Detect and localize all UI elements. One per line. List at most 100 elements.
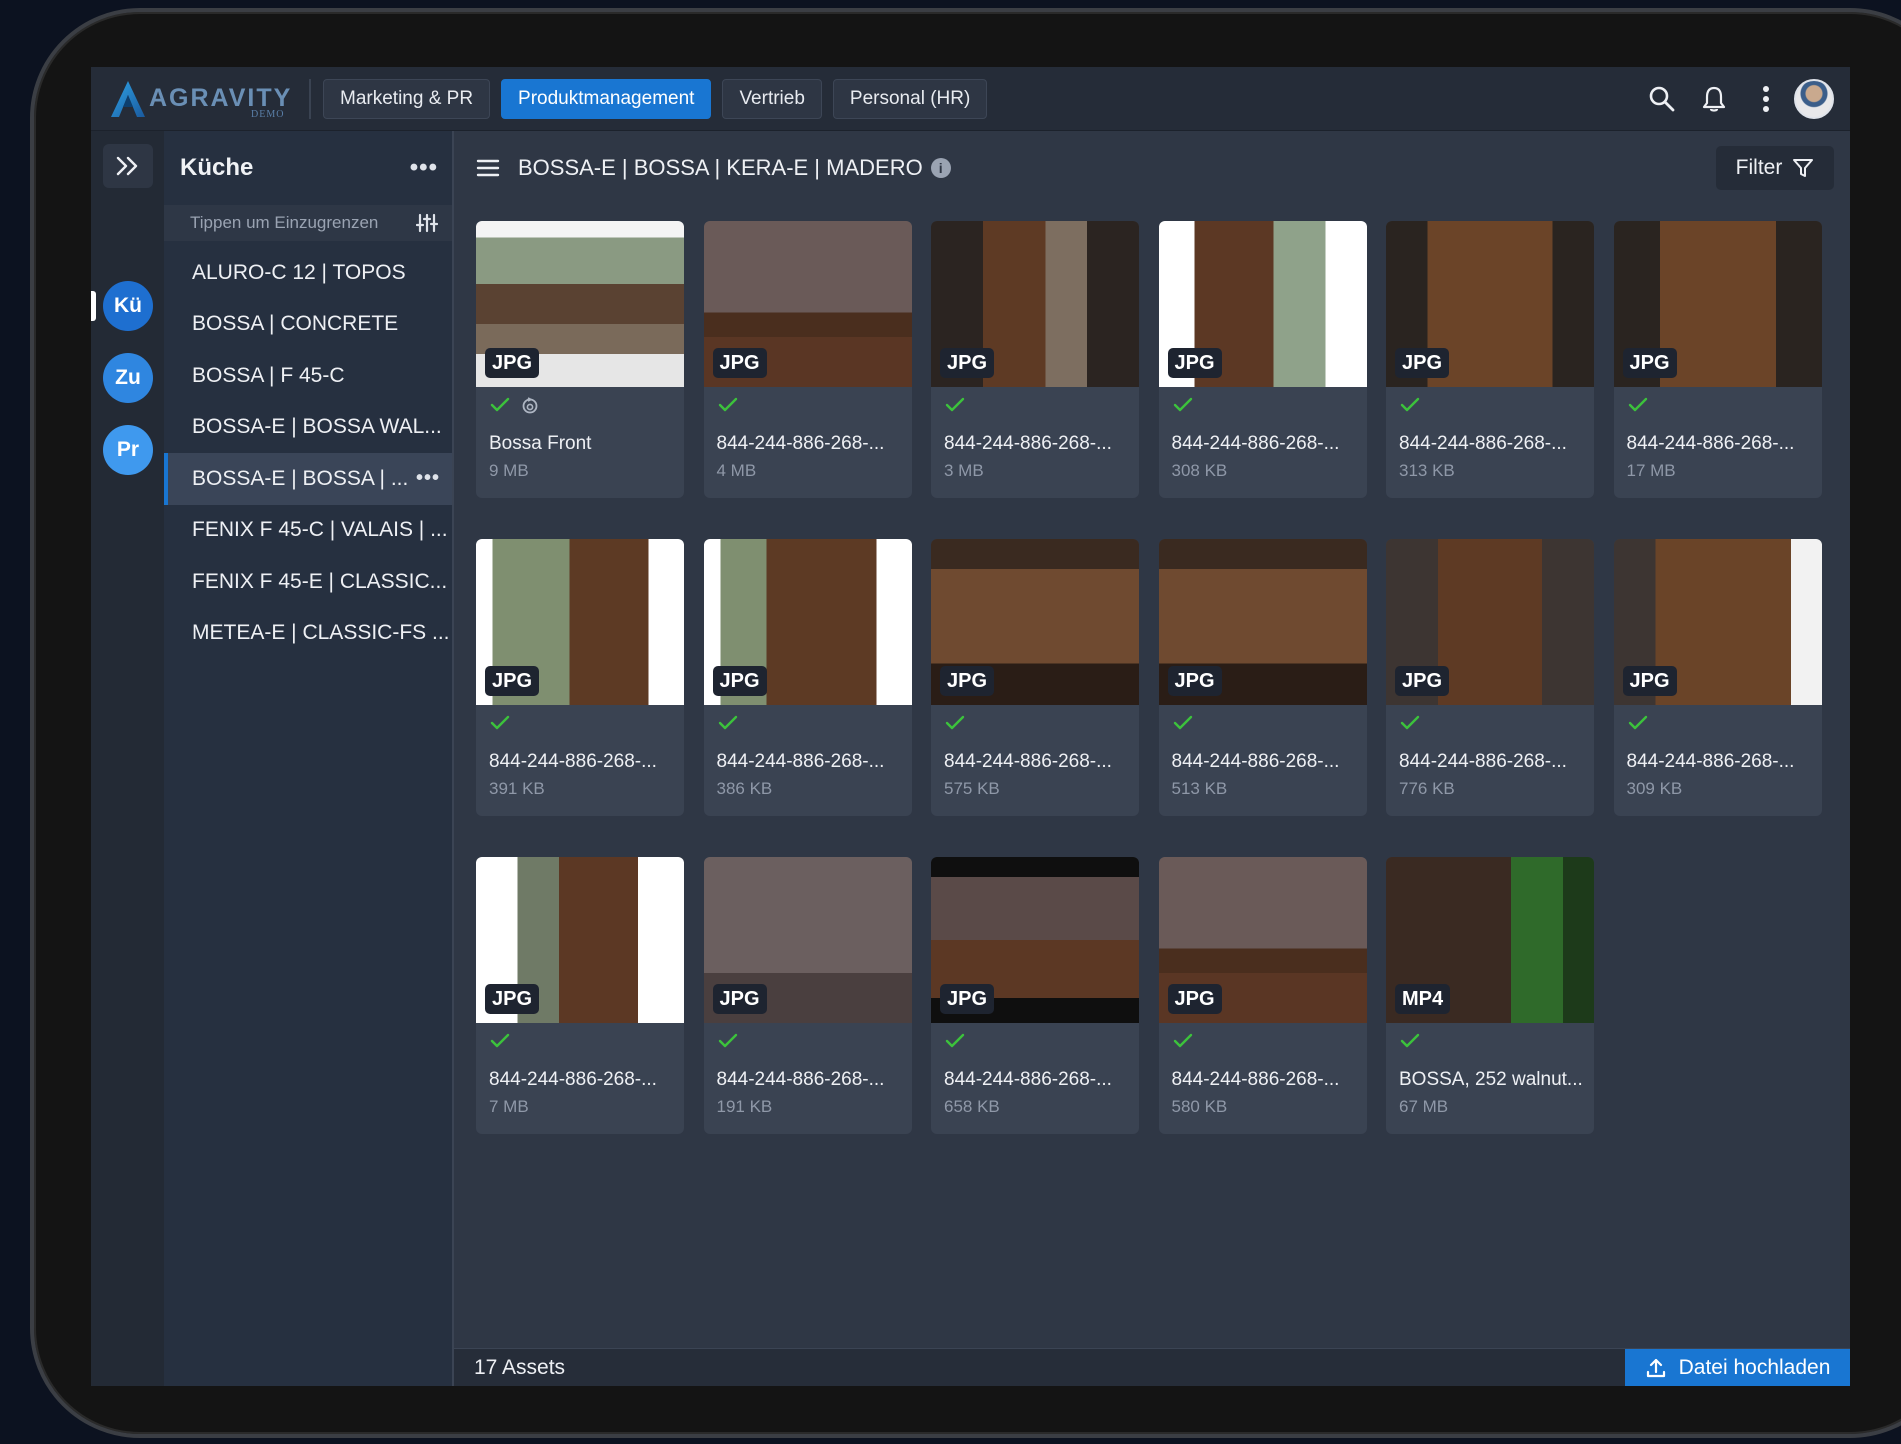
asset-name: 844-244-886-268-... xyxy=(1626,433,1795,454)
folder-item-label: METEA-E | CLASSIC-FS ... xyxy=(192,621,450,645)
asset-name: 844-244-886-268-... xyxy=(489,751,657,772)
sliders-icon[interactable] xyxy=(416,213,438,233)
check-icon xyxy=(945,397,965,412)
asset-card[interactable]: JPG 844-244-886-268-... 309 KB xyxy=(1613,539,1822,816)
asset-card[interactable]: JPG 844-244-886-268-... 191 KB xyxy=(703,857,912,1134)
asset-card[interactable]: JPG 844-244-886-268-... 513 KB xyxy=(1158,539,1367,816)
asset-name: 844-244-886-268-... xyxy=(944,1069,1112,1090)
workspace-avatar-pr[interactable]: Pr xyxy=(103,425,153,475)
tab-personal[interactable]: Personal (HR) xyxy=(832,78,988,119)
upload-button[interactable]: Datei hochladen xyxy=(1625,1349,1850,1386)
folder-item-label: BOSSA | F 45-C xyxy=(192,363,345,387)
asset-size: 3 MB xyxy=(944,461,984,480)
asset-card[interactable]: JPG 844-244-886-268-... 313 KB xyxy=(1386,221,1594,498)
asset-size: 17 MB xyxy=(1626,461,1676,480)
file-type-badge: MP4 xyxy=(1395,984,1451,1014)
asset-name: 844-244-886-268-... xyxy=(1626,751,1795,772)
folder-filter-input[interactable]: Tippen um Einzugrenzen xyxy=(164,205,452,241)
asset-size: 308 KB xyxy=(1171,461,1228,480)
asset-card[interactable]: JPG 844-244-886-268-... 658 KB xyxy=(931,857,1139,1134)
asset-name: BOSSA, 252 walnut... xyxy=(1399,1069,1583,1090)
user-avatar[interactable] xyxy=(1794,79,1834,119)
folder-item[interactable]: BOSSA | F 45-C xyxy=(164,350,452,402)
asset-size: 67 MB xyxy=(1399,1097,1449,1116)
folder-item-label: BOSSA | CONCRETE xyxy=(192,312,399,336)
logo-subtitle: DEMO xyxy=(251,108,285,120)
asset-card[interactable]: JPG 844-244-886-268-... 575 KB xyxy=(931,539,1139,816)
folder-item[interactable]: METEA-E | CLASSIC-FS ... xyxy=(164,608,452,660)
asset-card[interactable]: JPG 844-244-886-268-... 17 MB xyxy=(1613,221,1822,498)
more-horizontal-icon[interactable]: ••• xyxy=(416,467,440,490)
folder-item[interactable]: FENIX F 45-C | VALAIS | ... xyxy=(164,505,452,557)
folder-filter-placeholder: Tippen um Einzugrenzen xyxy=(190,213,379,232)
folder-panel: Küche ••• Tippen um Einzugrenzen ALURO-C… xyxy=(164,131,454,1386)
search-icon[interactable] xyxy=(1636,67,1688,131)
check-icon xyxy=(490,1033,510,1048)
asset-size: 580 KB xyxy=(1171,1097,1228,1116)
file-type-badge: JPG xyxy=(712,666,767,696)
workspace-avatar-kueche[interactable]: Kü xyxy=(103,281,153,331)
asset-size: 391 KB xyxy=(489,779,545,798)
check-icon xyxy=(1400,397,1420,412)
folder-item-label: BOSSA-E | BOSSA WAL... xyxy=(192,415,442,439)
check-icon xyxy=(1173,715,1192,730)
check-icon xyxy=(1400,1033,1420,1048)
asset-card[interactable]: JPG Bossa Front 9 MB xyxy=(476,221,684,498)
filter-icon xyxy=(1793,159,1814,177)
asset-size: 4 MB xyxy=(716,461,757,480)
breadcrumb: BOSSA-E | BOSSA | KERA-E | MADERO i xyxy=(518,155,951,181)
check-icon xyxy=(718,397,737,412)
folder-item[interactable]: ALURO-C 12 | TOPOS xyxy=(164,247,452,299)
menu-icon[interactable] xyxy=(476,158,500,178)
file-type-badge: JPG xyxy=(1167,348,1222,378)
check-icon xyxy=(945,1033,965,1048)
file-type-badge: JPG xyxy=(1167,984,1222,1014)
asset-card[interactable]: JPG 844-244-886-268-... 391 KB xyxy=(476,539,684,816)
more-vertical-icon[interactable] xyxy=(1740,67,1792,131)
folder-item[interactable]: BOSSA | CONCRETE xyxy=(164,299,452,351)
check-icon xyxy=(1628,715,1647,730)
asset-card[interactable]: JPG 844-244-886-268-... 7 MB xyxy=(476,857,684,1134)
asset-name: 844-244-886-268-... xyxy=(716,1069,885,1090)
folder-item[interactable]: FENIX F 45-E | CLASSIC... xyxy=(164,556,452,608)
file-type-badge: JPG xyxy=(485,666,540,696)
app-screen: AGRAVITY DEMO Marketing & PR Produktmana… xyxy=(91,67,1850,1386)
bell-icon[interactable] xyxy=(1688,67,1740,131)
breadcrumb-text: BOSSA-E | BOSSA | KERA-E | MADERO xyxy=(518,155,923,180)
asset-card[interactable]: JPG 844-244-886-268-... 308 KB xyxy=(1158,221,1367,498)
asset-card[interactable]: JPG 844-244-886-268-... 580 KB xyxy=(1158,857,1367,1134)
assets-count: 17 Assets xyxy=(474,1355,566,1379)
folder-title: Küche xyxy=(180,154,254,181)
asset-size: 9 MB xyxy=(489,461,529,480)
asset-card[interactable]: MP4 BOSSA, 252 walnut... 67 MB xyxy=(1386,857,1594,1134)
upload-icon xyxy=(1646,1358,1665,1378)
filter-label: Filter xyxy=(1735,156,1783,179)
asset-name: 844-244-886-268-... xyxy=(1171,1069,1340,1090)
asset-size: 309 KB xyxy=(1626,779,1683,798)
folder-item-selected[interactable]: BOSSA-E | BOSSA | ... ••• xyxy=(164,453,452,505)
more-horizontal-icon[interactable]: ••• xyxy=(410,154,438,182)
check-icon xyxy=(490,397,510,412)
expand-button[interactable] xyxy=(103,144,153,188)
asset-size: 386 KB xyxy=(716,779,773,798)
check-icon xyxy=(945,715,965,730)
tab-marketing[interactable]: Marketing & PR xyxy=(323,78,491,119)
filter-button[interactable]: Filter xyxy=(1716,146,1834,190)
tab-produktmanagement[interactable]: Produktmanagement xyxy=(501,78,712,119)
workspace-avatar-zu[interactable]: Zu xyxy=(103,353,153,403)
asset-card[interactable]: JPG 844-244-886-268-... 776 KB xyxy=(1386,539,1594,816)
info-icon[interactable]: i xyxy=(930,158,951,178)
folder-panel-header: Küche ••• xyxy=(164,131,452,205)
top-bar: AGRAVITY DEMO Marketing & PR Produktmana… xyxy=(91,67,1850,131)
asset-card[interactable]: JPG 844-244-886-268-... 386 KB xyxy=(703,539,912,816)
tab-vertrieb[interactable]: Vertrieb xyxy=(722,78,822,119)
status-bar: 17 Assets Datei hochladen xyxy=(454,1348,1850,1386)
asset-card[interactable]: JPG 844-244-886-268-... 3 MB xyxy=(931,221,1139,498)
file-type-badge: JPG xyxy=(485,984,540,1014)
folder-item-label: BOSSA-E | BOSSA | ... xyxy=(192,466,409,490)
file-type-badge: JPG xyxy=(712,348,767,378)
folder-item[interactable]: BOSSA-E | BOSSA WAL... xyxy=(164,402,452,454)
logo[interactable]: AGRAVITY DEMO xyxy=(91,67,309,131)
asset-name: 844-244-886-268-... xyxy=(944,433,1112,454)
asset-card[interactable]: JPG 844-244-886-268-... 4 MB xyxy=(703,221,912,498)
